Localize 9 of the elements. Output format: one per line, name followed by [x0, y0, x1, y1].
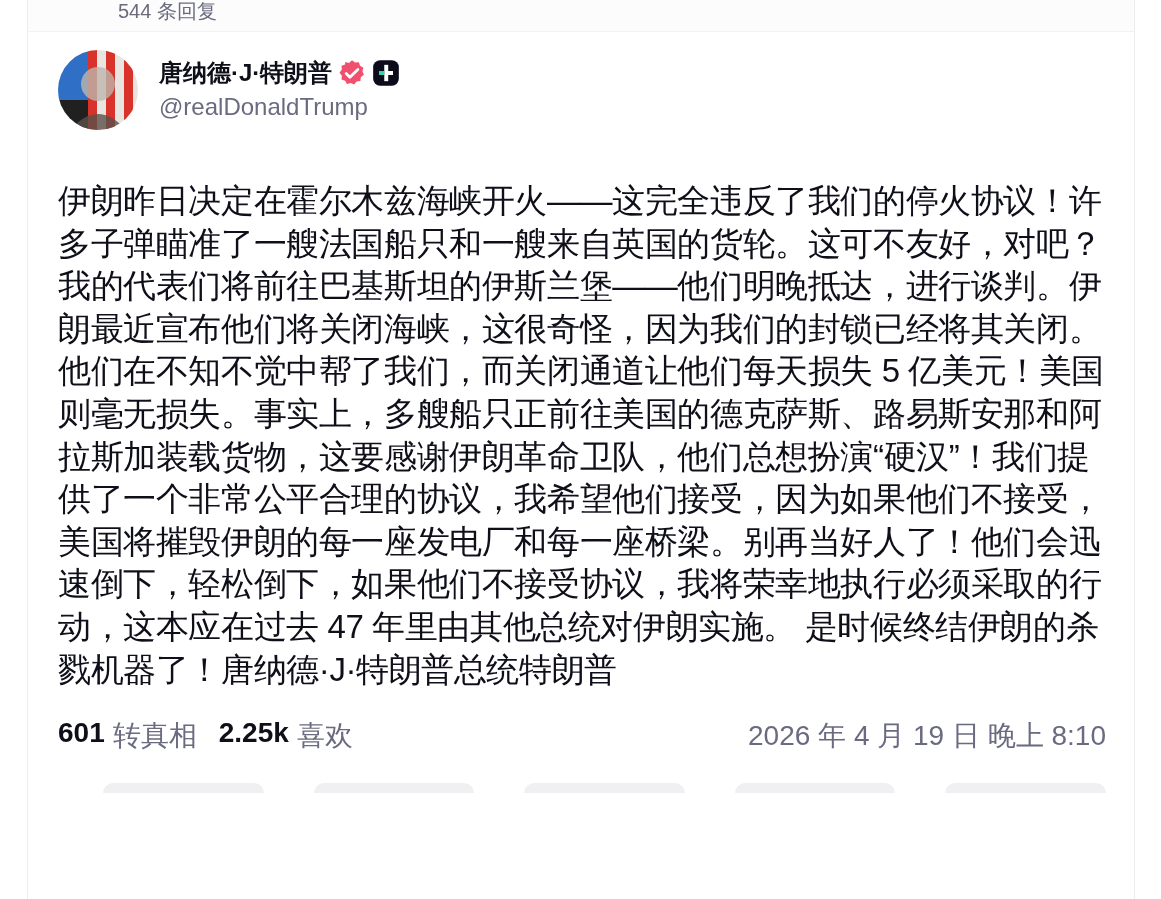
- stat-label[interactable]: 转真相: [112, 717, 197, 756]
- stat-count[interactable]: 2.25k: [218, 717, 289, 756]
- post-timestamp: 2026 年 4 月 19 日 晚上 8:10: [748, 719, 1106, 754]
- author-handle[interactable]: @realDonaldTrump: [159, 92, 401, 122]
- reply-count[interactable]: 544 条回复: [118, 0, 217, 22]
- post-text: 伊朗昨日决定在霍尔木兹海峡开火——这完全违反了我们的停火协议！许多子弹瞄准了一艘法国船只和一艘来自英国的货轮。这可不友好，对吧？我的代表们将前往巴基斯坦的伊斯兰堡——他们明晚抵达，进行谈判。伊朗最近宣布他们将关闭海峡，这很奇怪，因为我们的封锁已经将其关闭。他们在不知不觉中帮了我们，而关闭通道让他们每天损失 5 亿美元！美国则毫无损失。事实上，多艘船只正前往美国的德克萨斯、路易斯安那和阿拉斯加装载货物，这要感谢伊朗革命卫队，他们总想扮演“硬汉”！我们提供了一个非常公平合理的协议，我希望他们接受，因为如果他们不接受，美国将摧毁伊朗的每一座发电厂和每一座桥梁。别再当好人了！他们会迅速倒下，轻松倒下，如果他们不接受协议，我将荣幸地执行必须采取的行动，这本应在过去 47 年里由其他总统对伊朗实施。 是时候终结伊朗的杀戮机器了！唐纳德·J·特朗普总统特朗普: [58, 181, 1106, 690]
- author-name[interactable]: 唐纳德·J·特朗普: [159, 58, 333, 88]
- stat-label[interactable]: 喜欢: [296, 717, 353, 756]
- stat-count[interactable]: 601: [58, 717, 105, 756]
